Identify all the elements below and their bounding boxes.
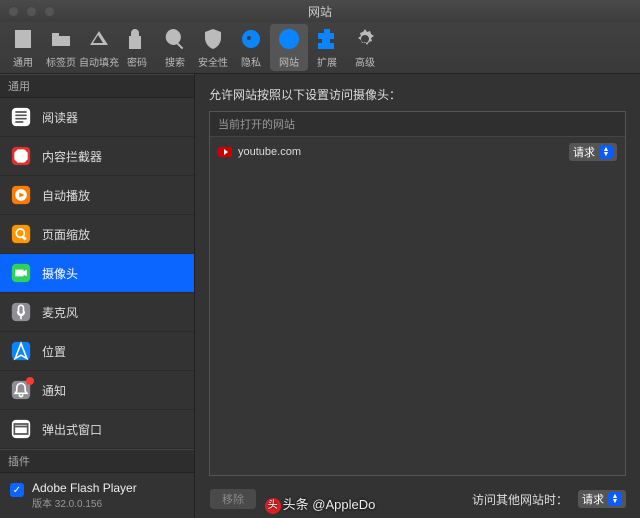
sidebar-section-plugins: 插件 — [0, 449, 194, 473]
toolbar-label: 网站 — [279, 54, 299, 69]
sidebar-item-label: 页面缩放 — [42, 226, 90, 243]
microphone-icon — [10, 301, 32, 323]
sidebar-item-autoplay[interactable]: 自动播放 — [0, 176, 194, 215]
autoplay-icon — [10, 184, 32, 206]
sidebar-item-blockers[interactable]: 内容拦截器 — [0, 137, 194, 176]
sidebar: 通用 阅读器内容拦截器自动播放页面缩放摄像头麦克风位置通知弹出式窗口 插件 ✓ … — [0, 74, 195, 518]
sidebar-item-reader[interactable]: 阅读器 — [0, 98, 194, 137]
updown-icon: ▲▼ — [599, 145, 613, 159]
sidebar-item-label: 弹出式窗口 — [42, 421, 102, 438]
toolbar-search[interactable]: 搜索 — [156, 24, 194, 71]
privacy-icon — [238, 26, 264, 52]
sidebar-item-label: 阅读器 — [42, 109, 78, 126]
site-domain: youtube.com — [238, 146, 563, 158]
security-icon — [200, 26, 226, 52]
location-icon — [10, 340, 32, 362]
sidebar-item-microphone[interactable]: 麦克风 — [0, 293, 194, 332]
plugin-name: Adobe Flash Player — [32, 481, 137, 495]
advanced-icon — [352, 26, 378, 52]
toolbar-label: 通用 — [13, 54, 33, 69]
toolbar-label: 密码 — [127, 54, 147, 69]
toolbar-security[interactable]: 安全性 — [194, 24, 232, 71]
camera-icon — [10, 262, 32, 284]
content-area: 通用 阅读器内容拦截器自动播放页面缩放摄像头麦克风位置通知弹出式窗口 插件 ✓ … — [0, 74, 640, 518]
toolbar-privacy[interactable]: 隐私 — [232, 24, 270, 71]
sidebar-item-label: 麦克风 — [42, 304, 78, 321]
toolbar-extensions[interactable]: 扩展 — [308, 24, 346, 71]
sidebar-item-notifications[interactable]: 通知 — [0, 371, 194, 410]
sidebar-item-label: 摄像头 — [42, 265, 78, 282]
watermark: 头头条 @AppleDo — [0, 494, 640, 514]
popups-icon — [10, 418, 32, 440]
sidebar-list: 阅读器内容拦截器自动播放页面缩放摄像头麦克风位置通知弹出式窗口 — [0, 98, 194, 449]
toolbar-label: 扩展 — [317, 54, 337, 69]
toolbar-websites[interactable]: 网站 — [270, 24, 308, 71]
zoom-icon — [10, 223, 32, 245]
toolbar-label: 安全性 — [198, 54, 228, 69]
passwords-icon — [124, 26, 150, 52]
toolbar-label: 隐私 — [241, 54, 261, 69]
reader-icon — [10, 106, 32, 128]
extensions-icon — [314, 26, 340, 52]
toolbar-passwords[interactable]: 密码 — [118, 24, 156, 71]
toolbar-label: 自动填充 — [79, 54, 119, 69]
sidebar-item-zoom[interactable]: 页面缩放 — [0, 215, 194, 254]
general-icon — [10, 26, 36, 52]
watermark-icon: 头 — [265, 498, 281, 514]
main-heading: 允许网站按照以下设置访问摄像头： — [209, 86, 626, 103]
titlebar: 网站 — [0, 0, 640, 22]
autofill-icon — [86, 26, 112, 52]
window-title: 网站 — [0, 3, 640, 20]
toolbar-tabs[interactable]: 标签页 — [42, 24, 80, 71]
sites-box: 当前打开的网站 youtube.com 请求 ▲▼ — [209, 111, 626, 476]
site-permission-value: 请求 — [573, 144, 595, 160]
websites-icon — [276, 26, 302, 52]
tabs-icon — [48, 26, 74, 52]
toolbar-autofill[interactable]: 自动填充 — [80, 24, 118, 71]
preferences-window: 网站 通用标签页自动填充密码搜索安全性隐私网站扩展高级 通用 阅读器内容拦截器自… — [0, 0, 640, 518]
sidebar-item-label: 自动播放 — [42, 187, 90, 204]
toolbar-label: 搜索 — [165, 54, 185, 69]
youtube-icon — [218, 147, 232, 157]
blockers-icon — [10, 145, 32, 167]
sites-open-header: 当前打开的网站 — [210, 112, 625, 137]
site-row[interactable]: youtube.com 请求 ▲▼ — [210, 137, 625, 167]
preferences-toolbar: 通用标签页自动填充密码 搜索安全性隐私 网站 扩展 高级 — [0, 22, 640, 74]
sidebar-item-camera[interactable]: 摄像头 — [0, 254, 194, 293]
toolbar-general[interactable]: 通用 — [4, 24, 42, 71]
sidebar-item-label: 通知 — [42, 382, 66, 399]
search-icon — [162, 26, 188, 52]
sidebar-item-label: 内容拦截器 — [42, 148, 102, 165]
toolbar-label: 标签页 — [46, 54, 76, 69]
toolbar-advanced[interactable]: 高级 — [346, 24, 384, 71]
site-permission-select[interactable]: 请求 ▲▼ — [569, 143, 617, 161]
notifications-icon — [10, 379, 32, 401]
toolbar-label: 高级 — [355, 54, 375, 69]
sidebar-item-label: 位置 — [42, 343, 66, 360]
main-panel: 允许网站按照以下设置访问摄像头： 当前打开的网站 youtube.com 请求 … — [195, 74, 640, 518]
badge-icon — [26, 377, 34, 385]
sidebar-item-location[interactable]: 位置 — [0, 332, 194, 371]
sidebar-section-general: 通用 — [0, 74, 194, 98]
sidebar-item-popups[interactable]: 弹出式窗口 — [0, 410, 194, 449]
